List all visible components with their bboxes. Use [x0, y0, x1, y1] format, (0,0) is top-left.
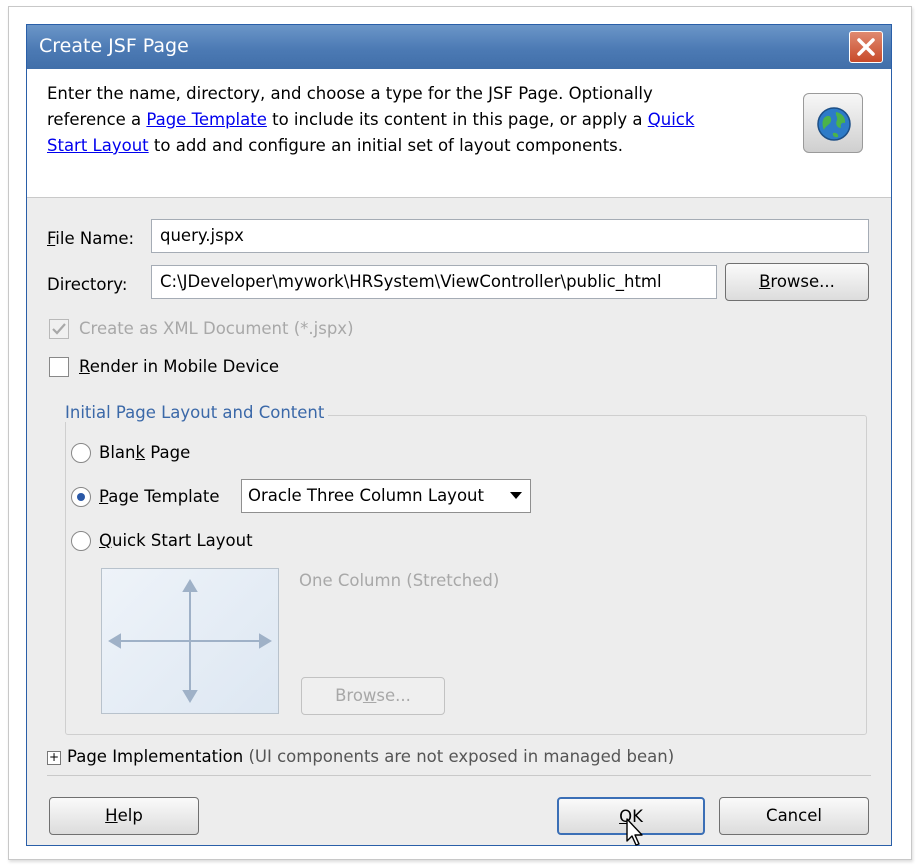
bottom-separator	[47, 775, 871, 776]
page-template-label: Page Template	[99, 487, 220, 506]
layout-preview	[101, 568, 279, 714]
initial-layout-group-title: Initial Page Layout and Content	[61, 403, 329, 422]
create-jsf-page-dialog: Create JSF Page Enter the name, director…	[26, 24, 892, 846]
layout-browse-button[interactable]: Browse...	[301, 677, 445, 715]
close-button[interactable]	[849, 31, 883, 63]
layout-arrows-icon	[108, 579, 272, 703]
directory-field[interactable]: C:\JDeveloper\mywork\HRSystem\ViewContro…	[151, 265, 717, 299]
dropdown-arrow-icon	[510, 492, 522, 499]
directory-label: Directory:	[47, 275, 128, 294]
xml-document-checkbox[interactable]	[49, 319, 69, 339]
dialog-title: Create JSF Page	[39, 35, 189, 57]
header-description: Enter the name, directory, and choose a …	[47, 84, 695, 155]
cancel-button[interactable]: Cancel	[719, 797, 869, 835]
mobile-device-label: Render in Mobile Device	[79, 357, 280, 376]
radio-selected-dot	[77, 493, 85, 501]
title-bar[interactable]: Create JSF Page	[27, 25, 891, 69]
help-button[interactable]: Help	[49, 797, 199, 835]
wizard-logo	[803, 93, 863, 153]
file-name-label: File Name:	[47, 229, 135, 248]
expand-plus-icon: +	[48, 750, 60, 764]
blank-page-label: Blank Page	[99, 443, 191, 462]
blank-page-radio[interactable]	[71, 443, 91, 463]
quick-start-layout-name: One Column (Stretched)	[299, 571, 500, 590]
page-template-select[interactable]: Oracle Three Column Layout	[241, 479, 531, 513]
file-name-field[interactable]: query.jspx	[151, 219, 869, 253]
page-template-radio[interactable]	[71, 487, 91, 507]
quick-start-layout-link-cont[interactable]: Start Layout	[47, 136, 149, 155]
page-implementation-label[interactable]: Page Implementation	[67, 747, 243, 766]
quick-start-label: Quick Start Layout	[99, 531, 253, 550]
dialog-header: Enter the name, directory, and choose a …	[27, 69, 891, 198]
checkmark-icon	[52, 323, 66, 335]
page-template-link[interactable]: Page Template	[146, 110, 266, 129]
xml-document-label: Create as XML Document (*.jspx)	[79, 319, 354, 338]
close-icon	[857, 38, 875, 56]
quick-start-layout-link[interactable]: Quick	[648, 110, 695, 129]
browse-button[interactable]: Browse...	[725, 263, 869, 301]
page-implementation-section: Page Implementation (UI components are n…	[67, 747, 674, 766]
mouse-cursor-icon	[626, 818, 643, 846]
quick-start-radio[interactable]	[71, 531, 91, 551]
expand-implementation-toggle[interactable]: +	[47, 751, 61, 765]
globe-icon	[817, 107, 851, 141]
page-implementation-note: (UI components are not exposed in manage…	[243, 747, 675, 766]
mobile-device-checkbox[interactable]	[49, 357, 69, 377]
